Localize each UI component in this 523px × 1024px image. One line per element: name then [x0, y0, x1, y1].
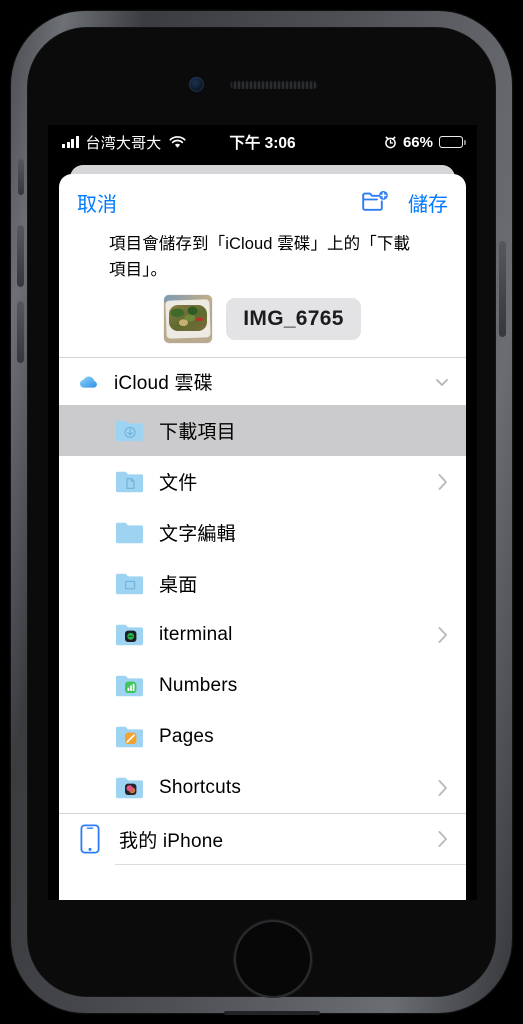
home-button[interactable]: [234, 920, 312, 998]
location-list: iCloud 雲碟 下載項目 文件 文字編輯 桌面 iterminal Numb…: [59, 357, 466, 900]
wifi-icon: [168, 135, 186, 148]
carrier-label: 台湾大哥大: [85, 134, 162, 152]
folder-row-documents[interactable]: 文件: [59, 456, 466, 508]
volume-up-button[interactable]: [17, 225, 24, 287]
folder-label: Pages: [159, 725, 214, 747]
bottom-speaker-grille: [224, 1011, 320, 1015]
folder-row-shortcuts[interactable]: Shortcuts: [59, 762, 466, 814]
folder-plain-icon: [116, 522, 143, 544]
cancel-button[interactable]: 取消: [77, 188, 117, 217]
save-button[interactable]: 儲存: [408, 188, 448, 217]
power-button[interactable]: [499, 241, 506, 337]
cellular-signal-icon: [62, 136, 79, 148]
alarm-clock-icon: [385, 136, 396, 149]
folder-label: Numbers: [159, 674, 238, 696]
folder-downloads-icon: [116, 420, 143, 442]
chevron-right-icon: [438, 626, 447, 643]
list-bottom-separator: [115, 864, 466, 865]
earpiece-speaker: [230, 80, 318, 89]
status-bar: 台湾大哥大 下午 3:06 66%: [48, 125, 477, 159]
front-camera: [189, 77, 204, 92]
device-row-my-iphone[interactable]: 我的 iPhone: [59, 813, 466, 865]
folder-desktop-icon: [116, 573, 143, 595]
source-label: iCloud 雲碟: [114, 373, 213, 395]
folder-label: 文件: [159, 473, 198, 495]
chevron-right-icon: [438, 473, 447, 490]
file-preview-row: IMG_6765: [59, 283, 466, 357]
folder-row-pages[interactable]: Pages: [59, 711, 466, 763]
status-bar-right: 66%: [384, 134, 477, 151]
folder-label: 下載項目: [159, 422, 236, 444]
battery-percentage-label: 66%: [402, 133, 433, 151]
folder-label: Shortcuts: [159, 776, 242, 798]
silent-switch[interactable]: [18, 159, 24, 195]
folder-documents-icon: [116, 471, 143, 493]
chevron-right-icon: [438, 779, 447, 796]
folder-label: 文字編輯: [159, 524, 236, 546]
chevron-down-icon[interactable]: [434, 374, 450, 390]
folder-row-iterminal[interactable]: iterminal: [59, 609, 466, 661]
folder-row-numbers[interactable]: Numbers: [59, 660, 466, 712]
header-actions: 儲存: [361, 188, 448, 217]
folder-app-pages: [116, 726, 143, 748]
source-header-icloud-drive[interactable]: iCloud 雲碟: [59, 357, 466, 406]
battery-cap: [463, 140, 466, 146]
save-to-files-sheet: 取消 儲存 項目會儲存到「iCloud 雲碟」上的「下載項目」。 IMG_676…: [59, 174, 466, 900]
device-label: 我的 iPhone: [119, 830, 224, 852]
destination-description: 項目會儲存到「iCloud 雲碟」上的「下載項目」。: [109, 235, 411, 279]
folder-app-numbers: [116, 675, 143, 697]
sheet-header: 取消 儲存: [59, 174, 466, 230]
folder-row-textedit[interactable]: 文字編輯: [59, 507, 466, 559]
new-folder-icon[interactable]: [361, 190, 389, 214]
folder-label: iterminal: [159, 623, 233, 645]
folder-app-iterminal: [116, 624, 143, 646]
file-name-field[interactable]: IMG_6765: [226, 298, 361, 341]
volume-down-button[interactable]: [17, 301, 24, 363]
icloud-icon: [76, 368, 102, 395]
battery-icon: [439, 136, 466, 148]
status-bar-left: 台湾大哥大: [48, 132, 186, 153]
folder-row-desktop[interactable]: 桌面: [59, 558, 466, 610]
phone-screen: 台湾大哥大 下午 3:06 66% 取消 儲存 項目會儲存到「iCloud 雲碟…: [48, 125, 477, 900]
chevron-right-icon: [438, 831, 447, 848]
folder-app-shortcuts: [116, 777, 143, 799]
photo-thumbnail[interactable]: [164, 295, 213, 344]
folder-row-downloads[interactable]: 下載項目: [59, 405, 466, 457]
folder-label: 桌面: [159, 575, 198, 597]
phone-frame: 台湾大哥大 下午 3:06 66% 取消 儲存 項目會儲存到「iCloud 雲碟…: [11, 11, 512, 1015]
iphone-icon: [80, 824, 100, 854]
